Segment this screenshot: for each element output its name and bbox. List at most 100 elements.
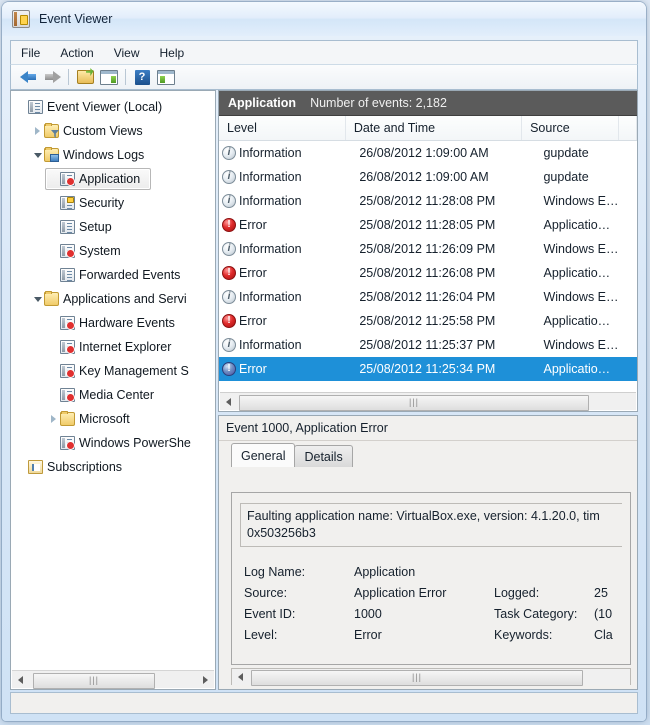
tree-item-microsoft[interactable]: Microsoft (11, 407, 215, 431)
event-list-row[interactable]: Information 25/08/2012 11:26:09 PM Windows… (219, 237, 637, 261)
folder-up-icon (76, 70, 94, 84)
event-level-cell: Information (219, 338, 351, 352)
detail-horizontal-scrollbar[interactable]: ||| (231, 668, 631, 686)
tree-scroll-track[interactable]: ||| (29, 671, 197, 689)
event-list-row[interactable]: Error 25/08/2012 11:25:34 PM Applicatio… (219, 357, 637, 381)
list-scroll-left-button[interactable] (220, 393, 237, 410)
tree-item-custom-views[interactable]: Custom Views (11, 119, 215, 143)
show-hide-console-tree-button[interactable] (97, 66, 121, 88)
tree-item-label: Custom Views (63, 124, 143, 138)
tree-item-security[interactable]: Security (11, 191, 215, 215)
log-warn-icon (60, 364, 75, 378)
column-header-source[interactable]: Source (522, 116, 620, 140)
menu-action[interactable]: Action (51, 44, 102, 62)
tab-details[interactable]: Details (294, 445, 353, 467)
event-list-row[interactable]: Error 25/08/2012 11:26:08 PM Applicatio… (219, 261, 637, 285)
tree-item-hardware-events[interactable]: Hardware Events (11, 311, 215, 335)
detail-tabstrip: General Details (219, 441, 637, 467)
tree-item-subscriptions[interactable]: Subscriptions (11, 455, 215, 479)
list-scroll-thumb[interactable]: ||| (239, 394, 589, 411)
subscriptions-icon (28, 460, 43, 474)
event-source-cell: gupdate (543, 170, 589, 184)
tree-item-setup[interactable]: Setup (11, 215, 215, 239)
event-list-row[interactable]: Information 25/08/2012 11:25:37 PM Windows… (219, 333, 637, 357)
tree-item-label: Windows Logs (63, 148, 145, 162)
tree-scroll-left-button[interactable] (12, 671, 29, 688)
event-level-label: Error (239, 266, 267, 280)
folder-icon (44, 291, 59, 306)
tree-item-application[interactable]: Application (11, 167, 215, 191)
detail-scroll-thumb[interactable]: ||| (251, 669, 583, 686)
tree-scroll-right-button[interactable] (197, 671, 214, 688)
tree-item-forwarded-events[interactable]: Forwarded Events (11, 263, 215, 287)
event-datetime-cell: 25/08/2012 11:26:08 PM (359, 266, 496, 280)
column-header-level[interactable]: Level (219, 116, 346, 140)
menu-bar: File Action View Help (10, 40, 638, 64)
detail-scroll-track[interactable]: ||| (249, 668, 630, 686)
event-level-cell: Information (219, 194, 351, 208)
event-level-label: Error (239, 314, 267, 328)
event-field-key: Log Name: (244, 564, 306, 579)
tab-general[interactable]: General (231, 443, 296, 467)
event-field-key-secondary: Task Category: (494, 606, 578, 621)
tree-item-system[interactable]: System (11, 239, 215, 263)
error-icon (222, 314, 236, 328)
log-icon (28, 100, 43, 114)
event-field-value-secondary: Cla (594, 627, 613, 642)
column-header-date-and-time[interactable]: Date and Time (346, 116, 523, 140)
folder-filter-icon (44, 123, 59, 138)
event-field-value: 1000 (354, 606, 382, 621)
log-key-icon (60, 196, 75, 210)
console-tree-pane: Event Viewer (Local) Custom Views Windows … (10, 90, 216, 690)
event-level-cell: Error (219, 266, 351, 280)
tree-item-applications-and-servi[interactable]: Applications and Servi (11, 287, 215, 311)
expand-arrow-right-icon[interactable] (47, 415, 60, 423)
error-icon (222, 362, 236, 376)
tree-item-label: Internet Explorer (79, 340, 172, 354)
expand-arrow-down-icon[interactable] (31, 296, 44, 302)
console-tree: Event Viewer (Local) Custom Views Windows … (11, 91, 215, 479)
menu-help[interactable]: Help (151, 44, 194, 62)
tree-item-windows-logs[interactable]: Windows Logs (11, 143, 215, 167)
title-bar[interactable]: Event Viewer (2, 2, 646, 36)
scroll-thumb-grip: ||| (88, 675, 99, 685)
information-icon (222, 194, 236, 208)
event-list-row[interactable]: Information 25/08/2012 11:26:04 PM Windows… (219, 285, 637, 309)
information-icon (222, 146, 236, 160)
menu-file[interactable]: File (12, 44, 49, 62)
show-hide-action-pane-button[interactable] (154, 66, 178, 88)
list-horizontal-scrollbar[interactable]: ||| (220, 392, 636, 411)
expand-arrow-right-icon[interactable] (31, 127, 44, 135)
error-icon (222, 266, 236, 280)
menu-view[interactable]: View (105, 44, 149, 62)
list-scroll-track[interactable]: ||| (237, 393, 636, 411)
column-header-blank[interactable] (619, 116, 637, 140)
event-list-row[interactable]: Error 25/08/2012 11:28:05 PM Applicatio… (219, 213, 637, 237)
forward-button[interactable] (40, 66, 64, 88)
toolbar: ? (10, 64, 638, 90)
event-level-label: Error (239, 362, 267, 376)
tree-item-windows-powershe[interactable]: Windows PowerShe (11, 431, 215, 455)
expand-arrow-down-icon[interactable] (31, 152, 44, 158)
tree-item-event-viewer-local[interactable]: Event Viewer (Local) (11, 95, 215, 119)
tree-item-label: Media Center (79, 388, 155, 402)
tree-horizontal-scrollbar[interactable]: ||| (12, 670, 214, 689)
log-icon (60, 268, 75, 282)
tree-item-internet-explorer[interactable]: Internet Explorer (11, 335, 215, 359)
event-list-row[interactable]: Information 25/08/2012 11:28:08 PM Windows… (219, 189, 637, 213)
event-list-row[interactable]: Information 26/08/2012 1:09:00 AM gupdate (219, 141, 637, 165)
up-folder-button[interactable] (73, 66, 97, 88)
tree-scroll-thumb[interactable]: ||| (33, 672, 155, 689)
help-button[interactable]: ? (130, 66, 154, 88)
tree-item-label: Setup (79, 220, 112, 234)
tree-item-key-management-s[interactable]: Key Management S (11, 359, 215, 383)
detail-scroll-left-button[interactable] (232, 668, 249, 685)
folder-pc-icon (44, 147, 59, 162)
event-field-key: Source: (244, 585, 288, 600)
event-description-line-1: Faulting application name: VirtualBox.ex… (247, 509, 600, 523)
tree-item-media-center[interactable]: Media Center (11, 383, 215, 407)
event-list-row[interactable]: Error 25/08/2012 11:25:58 PM Applicatio… (219, 309, 637, 333)
back-button[interactable] (16, 66, 40, 88)
event-list-row[interactable]: Information 26/08/2012 1:09:00 AM gupdate (219, 165, 637, 189)
scroll-thumb-grip: ||| (408, 397, 419, 407)
